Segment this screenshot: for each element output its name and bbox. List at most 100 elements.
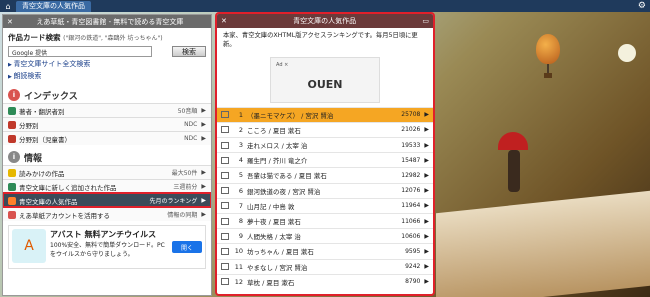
nav-row-detail: 先月のランキング <box>149 198 198 205</box>
ad-open-button[interactable]: 開く <box>172 241 202 253</box>
ranking-list: 1 （墨ニモマケズ） / 宮沢 賢治 25708 ▶ 2 こころ / 夏目 漱石 21026… <box>217 106 433 289</box>
nav-row-label: えあ草紙アカウントを活用する <box>19 211 110 220</box>
tab-popular[interactable]: 青空文庫の人気作品 <box>16 0 91 12</box>
access-count: 11964 <box>401 202 421 210</box>
nav-row[interactable]: 分野別（児童書） NDC ▶ <box>3 131 211 145</box>
fulltext-search-link[interactable]: 青空文庫サイト全文検索 <box>8 59 206 69</box>
index-heading: i インデックス <box>3 87 211 103</box>
access-count: 12982 <box>401 171 421 179</box>
category-icon <box>8 106 16 115</box>
nav-row-label: 青空文庫に新しく追加された作品 <box>19 183 117 192</box>
ranking-title: 青空文庫の人気作品 <box>293 17 357 25</box>
ranking-row[interactable]: 1 （墨ニモマケズ） / 宮沢 賢治 25708 ▶ <box>217 106 433 122</box>
nav-row[interactable]: 読みかけの作品 最大50件 ▶ <box>3 165 211 179</box>
chevron-right-icon: ▶ <box>424 263 429 271</box>
ranking-row[interactable]: 5 吾輩は猫である / 夏目 漱石 12982 ▶ <box>217 167 433 182</box>
nav-row-label: 著者・翻訳者別 <box>19 107 65 116</box>
ad-title: アバスト 無料アンチウイルス <box>50 230 157 239</box>
rank-number: 5 <box>238 171 243 180</box>
chevron-right-icon: ▶ <box>424 111 429 119</box>
work-title: 坊っちゃん / 夏目 漱石 <box>247 248 314 257</box>
ranking-row[interactable]: 12 草枕 / 夏目 漱石 8790 ▶ <box>217 273 433 289</box>
access-count: 10606 <box>401 232 421 240</box>
rank-number: 6 <box>238 186 243 195</box>
left-header-title: えあ草紙・青空図書館 - 無料で読める青空文庫 <box>36 17 184 26</box>
gear-icon[interactable]: ⚙ <box>638 0 646 12</box>
ranking-row[interactable]: 11 やまなし / 宮沢 賢治 9242 ▶ <box>217 258 433 274</box>
work-title: 走れメロス / 太宰 治 <box>247 142 308 151</box>
search-input[interactable]: Google 提供 <box>8 46 152 57</box>
nav-row[interactable]: 分野別 NDC ▶ <box>3 117 211 131</box>
access-count: 21026 <box>401 126 421 134</box>
nav-row[interactable]: 青空文庫に新しく追加された作品 三週前分 ▶ <box>3 179 211 193</box>
work-title: 山月記 / 中島 敦 <box>247 202 295 211</box>
ranking-row[interactable]: 2 こころ / 夏目 漱石 21026 ▶ <box>217 121 433 137</box>
rank-number: 2 <box>238 125 243 134</box>
antivirus-logo-icon: A <box>12 229 46 263</box>
ranking-row[interactable]: 7 山月記 / 中島 敦 11964 ▶ <box>217 197 433 213</box>
access-count: 25708 <box>401 111 421 119</box>
ranking-row[interactable]: 9 人間失格 / 太宰 治 10606 ▶ <box>217 228 433 243</box>
book-icon <box>221 141 229 149</box>
book-icon <box>221 187 229 195</box>
work-title: 羅生門 / 芥川 竜之介 <box>247 157 308 166</box>
ranking-row[interactable]: 10 坊っちゃん / 夏目 漱石 9595 ▶ <box>217 243 433 258</box>
rank-number: 11 <box>234 262 243 271</box>
ad-banner[interactable]: A アバスト 無料アンチウイルス 100%安全、無料で簡単ダウンロード。PCをウイ… <box>8 225 206 269</box>
info-icon: i <box>8 151 20 163</box>
window-icon[interactable]: ▭ <box>422 17 429 25</box>
category-icon <box>8 168 16 177</box>
category-icon <box>8 196 16 205</box>
nav-row[interactable]: 著者・翻訳者別 50音順 ▶ <box>3 103 211 117</box>
ranking-row[interactable]: 8 夢十夜 / 夏目 漱石 11066 ▶ <box>217 212 433 228</box>
book-icon <box>221 247 229 255</box>
chevron-right-icon: ▶ <box>201 135 206 142</box>
search-button[interactable]: 検索 <box>172 46 206 57</box>
book-icon <box>221 156 229 164</box>
book-icon <box>221 232 229 240</box>
ad-note: Ad × <box>276 61 289 68</box>
left-header: ✕ えあ草紙・青空図書館 - 無料で読める青空文庫 <box>3 15 211 28</box>
access-count: 11066 <box>401 217 421 225</box>
home-icon[interactable]: ⌂ <box>3 1 13 11</box>
ad-box[interactable]: Ad × OUEN <box>270 56 380 103</box>
search-title: 作品カード検索 ("銀河の鉄道", "森鷗外 坊っちゃん") <box>8 33 163 42</box>
ranking-row[interactable]: 6 銀河鉄道の夜 / 宮沢 賢治 12076 ▶ <box>217 182 433 198</box>
left-panel: ✕ えあ草紙・青空図書館 - 無料で読める青空文庫 作品カード検索 ("銀河の鉄… <box>2 14 212 296</box>
chevron-right-icon: ▶ <box>424 187 429 195</box>
work-title: 草枕 / 夏目 漱石 <box>247 278 295 287</box>
category-icon <box>8 182 16 191</box>
book-icon <box>221 202 229 210</box>
nav-row[interactable]: 青空文庫の人気作品 先月のランキング ▶ <box>3 192 211 208</box>
chevron-right-icon: ▶ <box>424 247 429 255</box>
book-icon <box>221 126 229 134</box>
audio-search-link[interactable]: 朗読検索 <box>8 71 206 81</box>
chevron-right-icon: ▶ <box>201 107 206 114</box>
info-heading: i 情報 <box>3 149 211 165</box>
ranking-panel: ✕ 青空文庫の人気作品 ▭ 本家、青空文庫のXHTML版アクセスランキングです。… <box>215 12 435 296</box>
rank-number: 10 <box>234 247 243 256</box>
access-count: 8790 <box>405 278 421 286</box>
rank-number: 8 <box>238 217 243 226</box>
ranking-row[interactable]: 3 走れメロス / 太宰 治 19533 ▶ <box>217 137 433 152</box>
category-icon <box>8 120 16 129</box>
moon <box>618 44 636 62</box>
access-count: 9595 <box>405 247 421 255</box>
rank-number: 4 <box>238 156 243 165</box>
nav-row-label: 青空文庫の人気作品 <box>19 197 78 206</box>
ranking-row[interactable]: 4 羅生門 / 芥川 竜之介 15487 ▶ <box>217 152 433 167</box>
info-icon: i <box>8 89 20 101</box>
chevron-right-icon: ▶ <box>424 202 429 210</box>
balloon <box>536 34 560 64</box>
nav-row-detail: 50音順 <box>177 108 198 115</box>
nav-row-detail: 三週前分 <box>173 184 198 191</box>
nav-row[interactable]: えあ草紙アカウントを活用する 情報の同期 ▶ <box>3 207 211 221</box>
nav-row-detail: NDC <box>184 121 198 128</box>
rank-number: 1 <box>238 110 243 119</box>
top-bar: ⌂ 青空文庫の人気作品 ⚙ <box>0 0 650 12</box>
nav-row-label: 分野別（児童書） <box>19 135 71 144</box>
work-title: （墨ニモマケズ） / 宮沢 賢治 <box>247 111 334 120</box>
chevron-right-icon: ▶ <box>201 211 206 218</box>
rank-number: 3 <box>238 141 243 150</box>
chevron-right-icon: ▶ <box>424 278 429 286</box>
